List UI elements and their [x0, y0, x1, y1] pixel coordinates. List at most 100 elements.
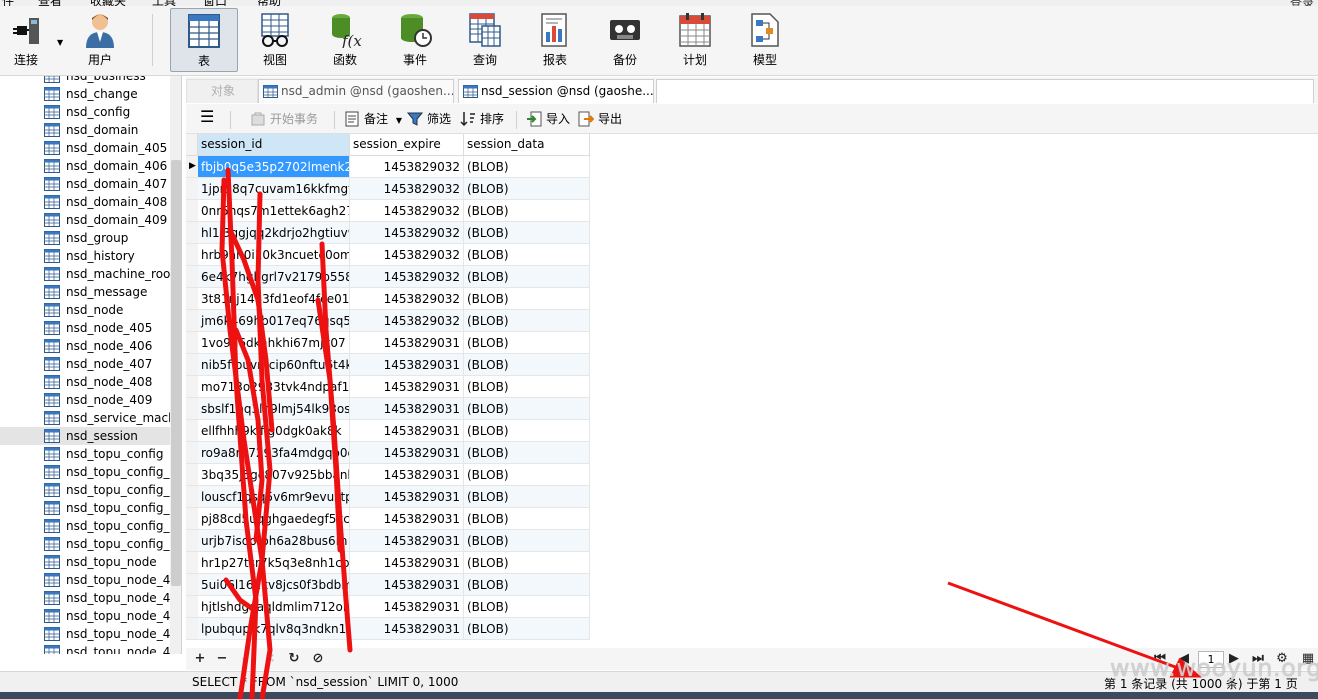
cell-session-id[interactable]: louscf1qsq5v6mr9evustpj — [198, 486, 350, 508]
row-indicator[interactable] — [186, 200, 198, 222]
cell-session-data[interactable]: (BLOB) — [464, 376, 590, 398]
cell-session-data[interactable]: (BLOB) — [464, 508, 590, 530]
row-indicator[interactable] — [186, 332, 198, 354]
cell-session-id[interactable]: 3bq35j5gc807v925bbanlj8 — [198, 464, 350, 486]
tree-item-table[interactable]: nsd_topu_node_4 — [0, 625, 170, 643]
table-row[interactable]: 1jpr58q7cuvam16kkfmgtr 1453829032 (BLOB) — [186, 178, 590, 200]
chevron-down-icon[interactable]: ▼ — [57, 38, 63, 47]
cell-session-data[interactable]: (BLOB) — [464, 222, 590, 244]
scrollbar-thumb[interactable] — [171, 160, 181, 586]
tree-item-table[interactable]: nsd_topu_node_4 — [0, 607, 170, 625]
tree-item-table[interactable]: nsd_topu_node_4 — [0, 643, 170, 654]
row-indicator[interactable] — [186, 244, 198, 266]
cell-session-id[interactable]: ellfhhh9kiflg0dgk0ak8k — [198, 420, 350, 442]
row-indicator[interactable]: ▶ — [186, 156, 198, 178]
table-row[interactable]: 3bq35j5gc807v925bbanlj8 1453829031 (BLOB) — [186, 464, 590, 486]
cell-session-expire[interactable]: 1453829031 — [350, 332, 464, 354]
filter-button[interactable]: 筛选 — [407, 110, 451, 128]
cell-session-expire[interactable]: 1453829031 — [350, 398, 464, 420]
row-indicator[interactable] — [186, 442, 198, 464]
tree-item-table[interactable]: nsd_domain_409 — [0, 211, 170, 229]
tab-nsd-session[interactable]: nsd_session @nsd (gaoshe... — [458, 79, 654, 103]
import-button[interactable]: 导入 — [526, 110, 570, 128]
cell-session-data[interactable]: (BLOB) — [464, 178, 590, 200]
tree-item-table[interactable]: nsd_topu_node — [0, 553, 170, 571]
tree-item-table[interactable]: nsd_topu_node_4 — [0, 589, 170, 607]
tree-item-table[interactable]: nsd_node_408 — [0, 373, 170, 391]
table-row[interactable]: 0nr5nqs7m1ettek6agh27 1453829032 (BLOB) — [186, 200, 590, 222]
cell-session-data[interactable]: (BLOB) — [464, 310, 590, 332]
table-row[interactable]: ▶ fbjb0q5e35p2702lmenk22 1453829032 (BLOB) — [186, 156, 590, 178]
row-indicator[interactable] — [186, 288, 198, 310]
report-button[interactable]: 报表 — [521, 8, 589, 72]
cell-session-data[interactable]: (BLOB) — [464, 574, 590, 596]
cell-session-data[interactable]: (BLOB) — [464, 288, 590, 310]
table-row[interactable]: lpubquplk7qlv8q3ndkn1l 1453829031 (BLOB) — [186, 618, 590, 640]
connect-button[interactable]: 连接 — [0, 8, 60, 72]
table-row[interactable]: hjtlshdggaqldmlim712ohj 1453829031 (BLOB) — [186, 596, 590, 618]
table-row[interactable]: urjb7isqotoh6a28bus6m 1453829031 (BLOB) — [186, 530, 590, 552]
row-indicator[interactable] — [186, 376, 198, 398]
cell-session-data[interactable]: (BLOB) — [464, 530, 590, 552]
tree-item-table[interactable]: nsd_service_mach — [0, 409, 170, 427]
event-button[interactable]: 事件 — [381, 8, 449, 72]
cell-session-expire[interactable]: 1453829031 — [350, 618, 464, 640]
cell-session-data[interactable]: (BLOB) — [464, 618, 590, 640]
cell-session-id[interactable]: hr1p27tsr7k5q3e8nh1cp9 — [198, 552, 350, 574]
tree-item-table[interactable]: nsd_message — [0, 283, 170, 301]
cell-session-data[interactable]: (BLOB) — [464, 266, 590, 288]
model-button[interactable]: 模型 — [731, 8, 799, 72]
tree-item-table[interactable]: nsd_topu_config — [0, 445, 170, 463]
cell-session-expire[interactable]: 1453829031 — [350, 420, 464, 442]
cell-session-id[interactable]: sbslf1hq3lh9lmj54lk93os — [198, 398, 350, 420]
table-row[interactable]: hrb9ah0i10k3ncuetc0om3 1453829032 (BLOB) — [186, 244, 590, 266]
column-header-session-id[interactable]: session_id — [198, 134, 350, 156]
cell-session-data[interactable]: (BLOB) — [464, 486, 590, 508]
tree-item-table[interactable]: nsd_topu_config_ — [0, 481, 170, 499]
row-indicator[interactable] — [186, 354, 198, 376]
tree-item-table[interactable]: nsd_group — [0, 229, 170, 247]
sort-button[interactable]: 排序 — [460, 110, 504, 128]
row-indicator[interactable] — [186, 508, 198, 530]
cell-session-id[interactable]: 5ui06l161kv8jcs0f3bdbm — [198, 574, 350, 596]
discard-changes-button[interactable]: × — [262, 651, 278, 667]
tree-item-table[interactable]: nsd_machine_roo — [0, 265, 170, 283]
refresh-icon[interactable]: ↻ — [286, 651, 302, 667]
user-button[interactable]: 用户 — [66, 8, 134, 72]
cell-session-data[interactable]: (BLOB) — [464, 332, 590, 354]
table-row[interactable]: sbslf1hq3lh9lmj54lk93os 1453829031 (BLOB) — [186, 398, 590, 420]
tab-nsd-admin[interactable]: nsd_admin @nsd (gaoshen... — [258, 79, 454, 103]
function-button[interactable]: f(x) 函数 — [311, 8, 379, 72]
cell-session-data[interactable]: (BLOB) — [464, 244, 590, 266]
cell-session-expire[interactable]: 1453829031 — [350, 442, 464, 464]
table-button[interactable]: 表 — [170, 8, 238, 72]
cell-session-id[interactable]: mo713o2933tvk4ndpaf1or — [198, 376, 350, 398]
cell-session-id[interactable]: hl1i3ggjqq2kdrjo2hgtiuv9 — [198, 222, 350, 244]
row-indicator[interactable] — [186, 574, 198, 596]
tree-item-table[interactable]: nsd_domain_408 — [0, 193, 170, 211]
note-button[interactable]: 备注 ▼ — [344, 110, 402, 128]
table-row[interactable]: nib5fipuvmcip60nftu6t4k 1453829031 (BLOB) — [186, 354, 590, 376]
table-row[interactable]: 6e4k7hgbgrl7v2179p558r 1453829032 (BLOB) — [186, 266, 590, 288]
tab-objects[interactable]: 对象 — [186, 79, 258, 103]
row-indicator[interactable] — [186, 552, 198, 574]
cell-session-expire[interactable]: 1453829032 — [350, 266, 464, 288]
cell-session-id[interactable]: 3t81nj14a3fd1eof4fce01h — [198, 288, 350, 310]
row-indicator[interactable] — [186, 310, 198, 332]
tree-vertical-scrollbar[interactable] — [170, 76, 181, 654]
export-button[interactable]: 导出 — [578, 110, 622, 128]
tree-item-table[interactable]: nsd_config — [0, 103, 170, 121]
tree-item-table[interactable]: nsd_node — [0, 301, 170, 319]
cell-session-expire[interactable]: 1453829031 — [350, 486, 464, 508]
cell-session-id[interactable]: 1jpr58q7cuvam16kkfmgtr — [198, 178, 350, 200]
cell-session-expire[interactable]: 1453829031 — [350, 574, 464, 596]
table-row[interactable]: ellfhhh9kiflg0dgk0ak8k 1453829031 (BLOB) — [186, 420, 590, 442]
begin-transaction-button[interactable]: 开始事务 — [250, 110, 318, 128]
cell-session-expire[interactable]: 1453829031 — [350, 530, 464, 552]
row-indicator[interactable] — [186, 464, 198, 486]
tree-item-table[interactable]: nsd_node_405 — [0, 319, 170, 337]
row-indicator[interactable] — [186, 266, 198, 288]
tree-item-table[interactable]: nsd_node_409 — [0, 391, 170, 409]
row-indicator[interactable] — [186, 596, 198, 618]
tree-item-table[interactable]: nsd_topu_node_4 — [0, 571, 170, 589]
